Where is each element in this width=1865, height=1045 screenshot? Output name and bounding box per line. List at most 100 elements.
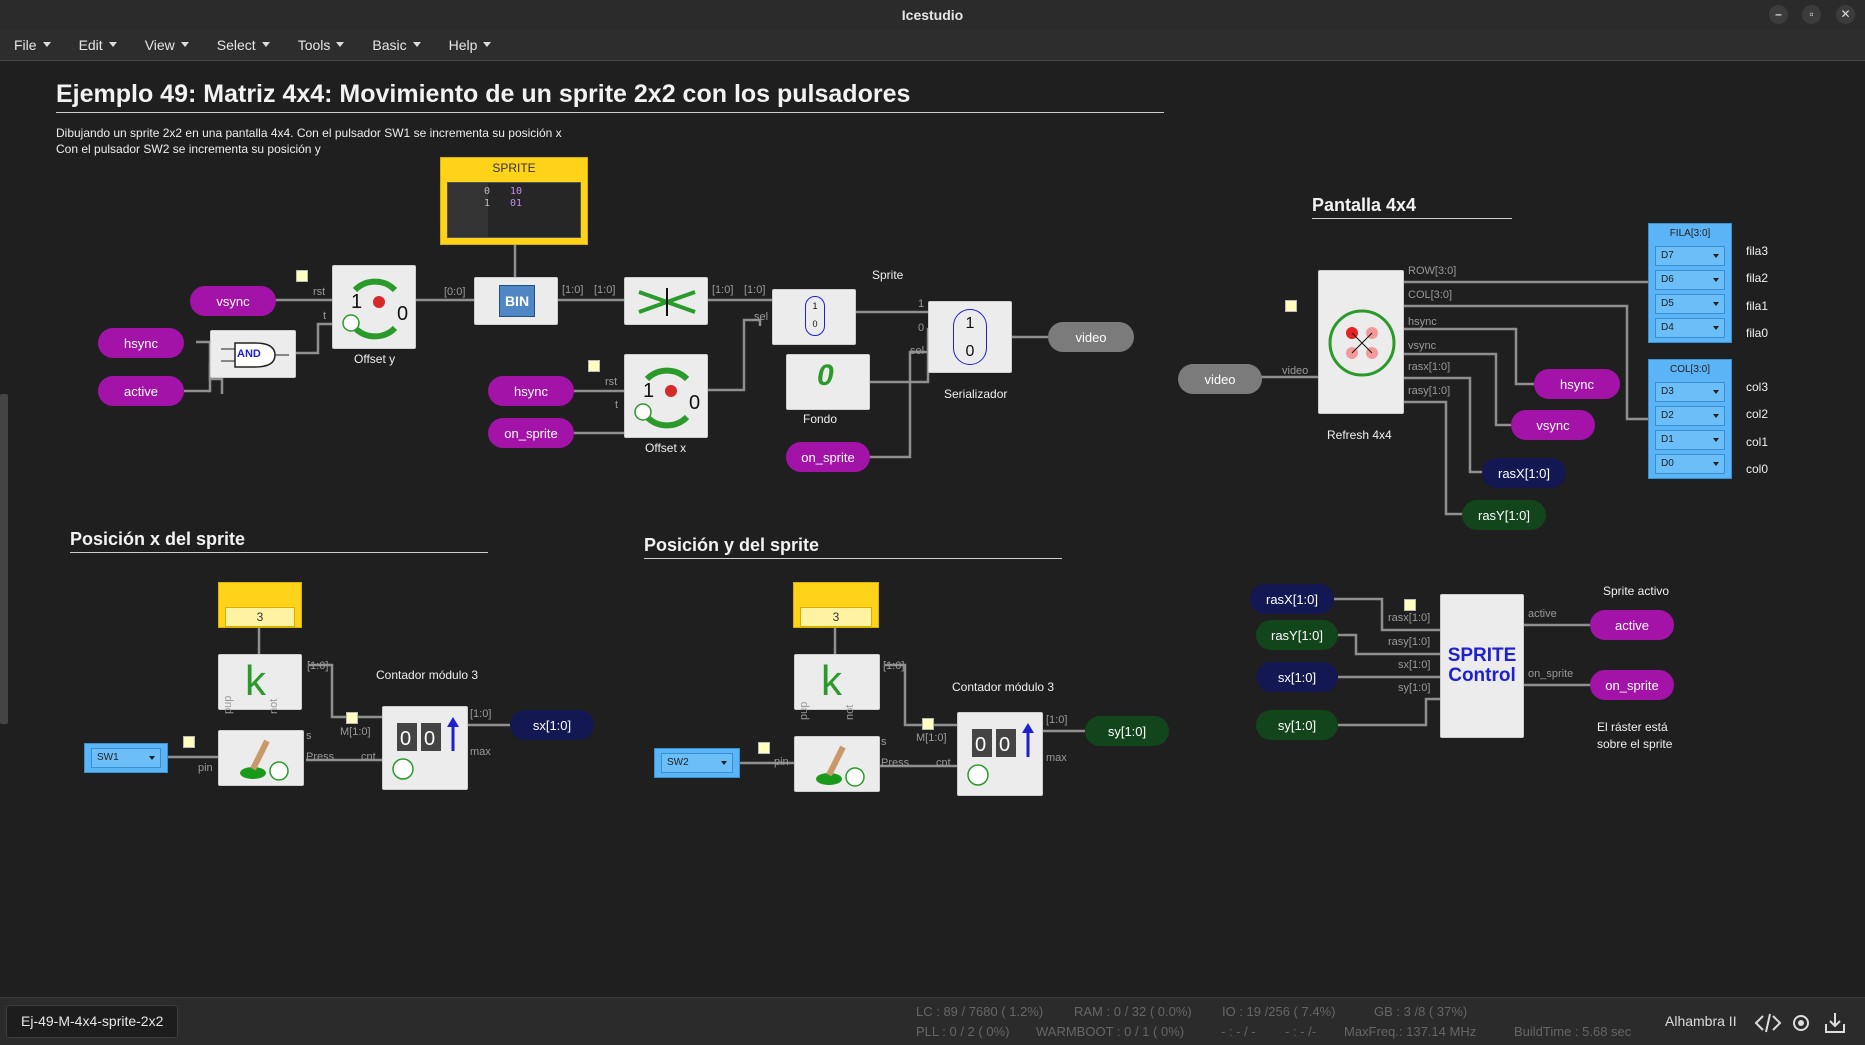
pin-select-d2[interactable]: D2 bbox=[1655, 406, 1725, 426]
port-pup-2: pup bbox=[798, 701, 810, 720]
on-sprite-output-label[interactable]: on_sprite bbox=[1590, 670, 1674, 700]
design-canvas[interactable]: Ejemplo 49: Matriz 4x4: Movimiento de un… bbox=[0, 62, 1865, 997]
serializer-block[interactable]: 10 bbox=[928, 301, 1012, 373]
on-sprite-input-label[interactable]: on_sprite bbox=[488, 418, 574, 448]
and-gate-block[interactable]: AND bbox=[210, 330, 296, 378]
button-sw2-block[interactable] bbox=[794, 736, 880, 792]
sprite-activo-label: Sprite activo bbox=[1603, 584, 1670, 598]
menu-tools-label: Tools bbox=[297, 36, 331, 53]
code-icon[interactable] bbox=[1754, 1013, 1782, 1033]
fila3-label: fila3 bbox=[1746, 244, 1769, 258]
pin-select-d7[interactable]: D7 bbox=[1655, 246, 1725, 266]
offset-x-counter[interactable]: 1 0 bbox=[624, 354, 708, 438]
active-input-label[interactable]: active bbox=[98, 376, 184, 406]
const-kx-value[interactable]: 3 bbox=[225, 607, 295, 627]
sy-output-label[interactable]: sy[1:0] bbox=[1085, 716, 1169, 746]
menu-basic[interactable]: Basic bbox=[358, 37, 434, 53]
active-output-label[interactable]: active bbox=[1590, 610, 1674, 640]
section-pantalla-title: Pantalla 4x4 bbox=[1312, 195, 1417, 215]
pin-select-d3[interactable]: D3 bbox=[1655, 382, 1725, 402]
port-row: ROW[3:0] bbox=[1408, 265, 1457, 277]
hsync-output-label[interactable]: hsync bbox=[1534, 369, 1620, 399]
refresh-4x4-block[interactable] bbox=[1318, 270, 1404, 414]
clock-input-2[interactable] bbox=[588, 360, 600, 372]
gear-icon[interactable] bbox=[1793, 1015, 1809, 1031]
kx-bus-label: [1:0] bbox=[307, 660, 329, 672]
hsync-input-label-2[interactable]: hsync bbox=[488, 376, 574, 406]
sprite-memory-block[interactable]: SPRITE 0 10 1 01 bbox=[440, 157, 588, 245]
sw2-input-port[interactable]: SW2 bbox=[654, 748, 740, 778]
bus-swap-block[interactable] bbox=[624, 277, 708, 325]
sw1-input-port[interactable]: SW1 bbox=[84, 743, 168, 773]
file-tab[interactable]: Ej-49-M-4x4-sprite-2x2 bbox=[6, 1005, 179, 1038]
sprite-memory-label: SPRITE bbox=[492, 161, 536, 175]
col-output-port[interactable]: COL[3:0] D3 D2 D1 D0 bbox=[1648, 359, 1732, 479]
const-ky-block[interactable]: 3 bbox=[793, 582, 879, 628]
sprite-control-block[interactable]: SPRITE Control bbox=[1440, 594, 1524, 738]
sy-input-label[interactable]: sy[1:0] bbox=[1256, 710, 1338, 740]
pin-select-sw1[interactable]: SW1 bbox=[91, 748, 161, 768]
contador-y-label: Contador módulo 3 bbox=[952, 680, 1055, 694]
svg-text:0: 0 bbox=[975, 734, 986, 756]
col1-label: col1 bbox=[1746, 435, 1769, 449]
video-input-label[interactable]: video bbox=[1178, 364, 1262, 394]
port-hsync: hsync bbox=[1408, 316, 1437, 328]
chevron-down-icon bbox=[1713, 302, 1719, 306]
rasy-output-label[interactable]: rasY[1:0] bbox=[1462, 500, 1546, 530]
sprite-mux-block[interactable]: 10 bbox=[772, 289, 856, 345]
menu-edit[interactable]: Edit bbox=[65, 37, 131, 53]
clock-input-7[interactable] bbox=[922, 718, 934, 730]
hsync-input-label[interactable]: hsync bbox=[98, 328, 184, 358]
svg-text:0: 0 bbox=[397, 303, 408, 325]
pin-select-d1[interactable]: D1 bbox=[1655, 430, 1725, 450]
close-icon[interactable]: ✕ bbox=[1836, 5, 1855, 24]
on-sprite-input-label-2[interactable]: on_sprite bbox=[786, 442, 870, 472]
chevron-down-icon bbox=[1713, 390, 1719, 394]
maximize-icon[interactable]: ▫ bbox=[1802, 5, 1821, 24]
menu-file[interactable]: File bbox=[0, 37, 65, 53]
pin-select-d0[interactable]: D0 bbox=[1655, 454, 1725, 474]
pin-select-sw2[interactable]: SW2 bbox=[661, 753, 733, 773]
const-ky-value[interactable]: 3 bbox=[800, 607, 872, 627]
clock-input-4[interactable] bbox=[183, 736, 195, 748]
chevron-down-icon bbox=[180, 42, 189, 47]
rasy-input-label[interactable]: rasY[1:0] bbox=[1256, 620, 1338, 650]
clock-input[interactable] bbox=[296, 270, 308, 282]
offset-y-counter[interactable]: 1 0 bbox=[332, 265, 416, 349]
pin-select-d5[interactable]: D5 bbox=[1655, 294, 1725, 314]
counter-y-block[interactable]: 0 0 bbox=[957, 712, 1043, 796]
counter-x-block[interactable]: 0 0 bbox=[382, 706, 468, 790]
rasx-output-label[interactable]: rasX[1:0] bbox=[1482, 458, 1566, 488]
pin-select-d4[interactable]: D4 bbox=[1655, 318, 1725, 338]
col-port-header: COL[3:0] bbox=[1669, 364, 1711, 375]
constant-k-icon: k bbox=[245, 657, 266, 704]
sx-input-label[interactable]: sx[1:0] bbox=[1256, 662, 1338, 692]
port-m10-2: M[1:0] bbox=[916, 732, 947, 744]
port-pin: pin bbox=[198, 762, 213, 774]
video-output-label[interactable]: video bbox=[1048, 322, 1134, 352]
fila-output-port[interactable]: FILA[3:0] D7 D6 D5 D4 bbox=[1648, 223, 1732, 343]
sprite-memory-editor[interactable]: 0 10 1 01 bbox=[447, 182, 581, 238]
board-name[interactable]: Alhambra II bbox=[1665, 1013, 1737, 1029]
button-sw1-block[interactable] bbox=[218, 730, 304, 786]
upload-icon[interactable] bbox=[1825, 1013, 1845, 1033]
menu-tools[interactable]: Tools bbox=[284, 37, 359, 53]
pushbutton-icon bbox=[240, 739, 289, 781]
clock-input-6[interactable] bbox=[758, 742, 770, 754]
bin-decoder-block[interactable]: BIN bbox=[474, 277, 558, 325]
clock-input-5[interactable] bbox=[346, 712, 358, 724]
vsync-output-label[interactable]: vsync bbox=[1511, 410, 1595, 440]
pin-select-d6[interactable]: D6 bbox=[1655, 270, 1725, 290]
clock-input-3[interactable] bbox=[1285, 300, 1297, 312]
rasx-input-label[interactable]: rasX[1:0] bbox=[1250, 584, 1334, 614]
vsync-input-label[interactable]: vsync bbox=[190, 286, 276, 316]
menu-select[interactable]: Select bbox=[203, 37, 284, 53]
clock-input-8[interactable] bbox=[1404, 599, 1416, 611]
const-kx-block[interactable]: 3 bbox=[218, 582, 302, 628]
refresh-label: Refresh 4x4 bbox=[1327, 428, 1392, 442]
minimize-icon[interactable]: – bbox=[1769, 5, 1788, 24]
menu-view[interactable]: View bbox=[131, 37, 203, 53]
sx-output-label[interactable]: sx[1:0] bbox=[510, 710, 594, 740]
fondo-constant-block[interactable]: 0 bbox=[786, 354, 870, 410]
menu-help[interactable]: Help bbox=[435, 37, 506, 53]
